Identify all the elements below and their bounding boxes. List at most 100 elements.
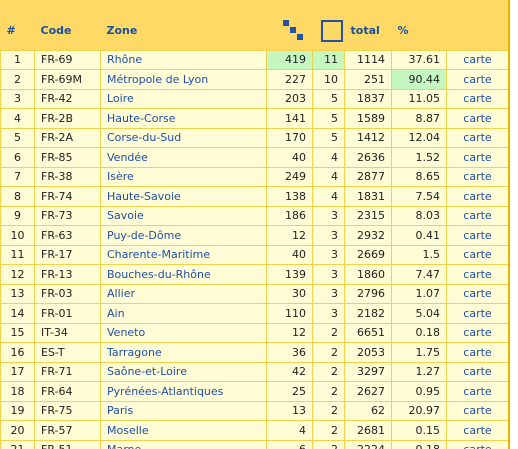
- zone-name-link[interactable]: Paris: [100, 400, 267, 421]
- zone-name-link[interactable]: Bouches-du-Rhône: [100, 264, 267, 285]
- map-link[interactable]: carte: [446, 283, 508, 304]
- total-count: 2681: [344, 420, 392, 441]
- row-index: 7: [0, 166, 35, 187]
- map-link[interactable]: carte: [446, 322, 508, 343]
- count-a: 40: [266, 147, 313, 168]
- map-link[interactable]: carte: [446, 381, 508, 402]
- zone-name-link[interactable]: Pyrénées-Atlantiques: [100, 381, 267, 402]
- table-row: 14 FR-01 Ain 110 3 2182 5.04 carte: [0, 303, 508, 324]
- map-link[interactable]: carte: [446, 69, 508, 90]
- count-b: 4: [312, 166, 345, 187]
- count-b: 3: [312, 264, 345, 285]
- zone-name-link[interactable]: Métropole de Lyon: [100, 69, 267, 90]
- table-row: 15 IT-34 Veneto 12 2 6651 0.18 carte: [0, 322, 508, 343]
- count-a: 138: [266, 186, 313, 207]
- count-a: 36: [266, 342, 313, 363]
- count-a: 186: [266, 205, 313, 226]
- map-link[interactable]: carte: [446, 303, 508, 324]
- zone-name-link[interactable]: Tarragone: [100, 342, 267, 363]
- count-a: 419: [266, 49, 313, 70]
- map-link[interactable]: carte: [446, 439, 508, 449]
- table-row: 18 FR-64 Pyrénées-Atlantiques 25 2 2627 0.95 ca…: [0, 381, 508, 402]
- zone-code: FR-01: [34, 303, 101, 324]
- zone-name-link[interactable]: Loire: [100, 88, 267, 109]
- map-link[interactable]: carte: [446, 244, 508, 265]
- map-link[interactable]: carte: [446, 166, 508, 187]
- count-a: 25: [266, 381, 313, 402]
- map-link[interactable]: carte: [446, 225, 508, 246]
- zone-name-link[interactable]: Vendée: [100, 147, 267, 168]
- zone-name-link[interactable]: Charente-Maritime: [100, 244, 267, 265]
- map-link[interactable]: carte: [446, 88, 508, 109]
- table-row: 20 FR-57 Moselle 4 2 2681 0.15 carte: [0, 420, 508, 441]
- square-outline-icon: [320, 19, 343, 42]
- header-total[interactable]: total: [345, 12, 392, 50]
- zone-name-link[interactable]: Isère: [100, 166, 267, 187]
- map-link[interactable]: carte: [446, 400, 508, 421]
- total-count: 1860: [344, 264, 392, 285]
- zone-name-link[interactable]: Moselle: [100, 420, 267, 441]
- percent-value: 8.03: [391, 205, 447, 226]
- count-a: 6: [266, 439, 313, 449]
- count-b: 2: [312, 439, 345, 449]
- row-index: 6: [0, 147, 35, 168]
- header-code[interactable]: Code: [35, 12, 101, 50]
- zone-name-link[interactable]: Marne: [100, 439, 267, 449]
- table-row: 6 FR-85 Vendée 40 4 2636 1.52 carte: [0, 147, 508, 168]
- row-index: 9: [0, 205, 35, 226]
- map-link[interactable]: carte: [446, 49, 508, 70]
- count-a: 4: [266, 420, 313, 441]
- count-b: 5: [312, 88, 345, 109]
- total-count: 2877: [344, 166, 392, 187]
- header-squares-diagonal[interactable]: [267, 12, 313, 50]
- percent-value: 0.18: [391, 322, 447, 343]
- header-square-outline[interactable]: [313, 12, 345, 50]
- map-link[interactable]: carte: [446, 264, 508, 285]
- total-count: 2182: [344, 303, 392, 324]
- zone-name-link[interactable]: Ain: [100, 303, 267, 324]
- count-b: 2: [312, 381, 345, 402]
- table-header: # Code Zone total %: [0, 12, 508, 50]
- header-percent[interactable]: %: [392, 12, 447, 50]
- count-a: 227: [266, 69, 313, 90]
- row-index: 14: [0, 303, 35, 324]
- count-b: 2: [312, 400, 345, 421]
- table-row: 19 FR-75 Paris 13 2 62 20.97 carte: [0, 400, 508, 421]
- zone-name-link[interactable]: Saône-et-Loire: [100, 361, 267, 382]
- map-link[interactable]: carte: [446, 420, 508, 441]
- map-link[interactable]: carte: [446, 342, 508, 363]
- zone-code: FR-17: [34, 244, 101, 265]
- count-b: 3: [312, 205, 345, 226]
- map-link[interactable]: carte: [446, 147, 508, 168]
- map-link[interactable]: carte: [446, 205, 508, 226]
- table-row: 7 FR-38 Isère 249 4 2877 8.65 carte: [0, 166, 508, 187]
- map-link[interactable]: carte: [446, 186, 508, 207]
- count-a: 12: [266, 322, 313, 343]
- map-link[interactable]: carte: [446, 361, 508, 382]
- count-a: 139: [266, 264, 313, 285]
- count-a: 13: [266, 400, 313, 421]
- zone-name-link[interactable]: Haute-Corse: [100, 108, 267, 129]
- zone-name-link[interactable]: Puy-de-Dôme: [100, 225, 267, 246]
- zone-code: FR-2A: [34, 127, 101, 148]
- percent-value: 20.97: [391, 400, 447, 421]
- percent-value: 0.18: [391, 439, 447, 449]
- zone-name-link[interactable]: Haute-Savoie: [100, 186, 267, 207]
- zone-code: FR-03: [34, 283, 101, 304]
- row-index: 17: [0, 361, 35, 382]
- count-a: 110: [266, 303, 313, 324]
- map-link[interactable]: carte: [446, 127, 508, 148]
- header-zone[interactable]: Zone: [101, 12, 267, 50]
- zone-name-link[interactable]: Allier: [100, 283, 267, 304]
- zone-name-link[interactable]: Veneto: [100, 322, 267, 343]
- percent-value: 7.54: [391, 186, 447, 207]
- map-link[interactable]: carte: [446, 108, 508, 129]
- total-count: 2636: [344, 147, 392, 168]
- zone-name-link[interactable]: Corse-du-Sud: [100, 127, 267, 148]
- count-a: 203: [266, 88, 313, 109]
- zone-name-link[interactable]: Savoie: [100, 205, 267, 226]
- zone-name-link[interactable]: Rhône: [100, 49, 267, 70]
- table-row: 13 FR-03 Allier 30 3 2796 1.07 carte: [0, 283, 508, 304]
- table-row: 2 FR-69M Métropole de Lyon 227 10 251 90.44 car…: [0, 69, 508, 90]
- row-index: 5: [0, 127, 35, 148]
